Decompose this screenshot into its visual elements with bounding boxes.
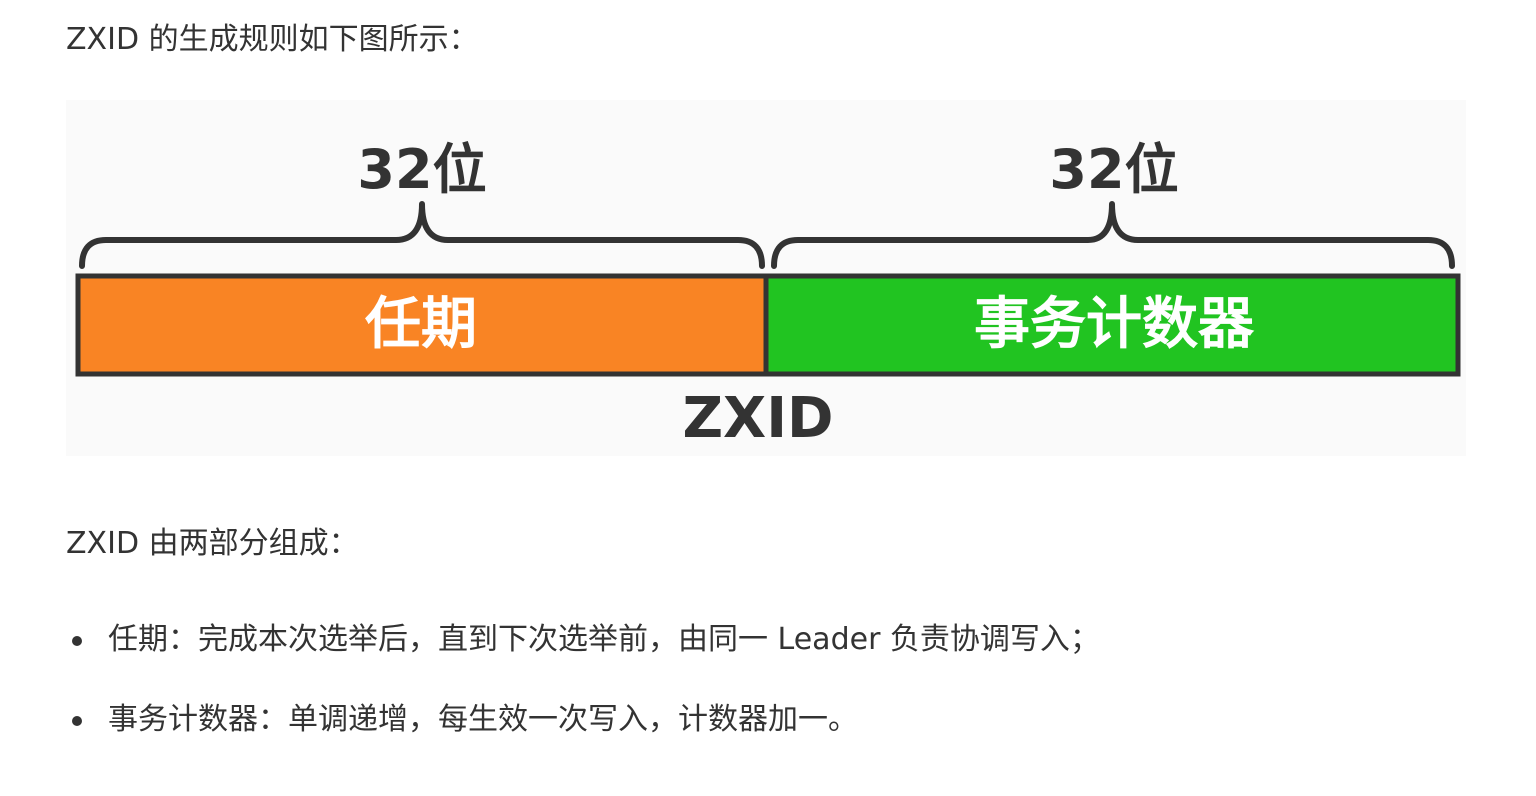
list-item-text: 事务计数器：单调递增，每生效一次写入，计数器加一。: [108, 702, 858, 737]
intro-text: ZXID 的生成规则如下图所示：: [66, 22, 479, 57]
list-item: 任期：完成本次选举后，直到下次选举前，由同一 Leader 负责协调写入；: [66, 620, 1100, 660]
bullet-list: 任期：完成本次选举后，直到下次选举前，由同一 Leader 负责协调写入； 事务…: [66, 620, 1100, 740]
composition-text: ZXID 由两部分组成：: [66, 526, 359, 561]
left-brace: [79, 201, 765, 269]
bullet-dot-icon: [72, 716, 82, 726]
counter-segment-label: 事务计数器: [974, 292, 1254, 357]
left-bits-label: 32位: [357, 138, 487, 201]
term-segment-label: 任期: [365, 292, 477, 357]
list-item-text: 任期：完成本次选举后，直到下次选举前，由同一 Leader 负责协调写入；: [108, 622, 1100, 657]
right-bits-label: 32位: [1049, 138, 1179, 201]
bullet-dot-icon: [72, 636, 82, 646]
zxid-diagram: 32位 32位 任期 事务计数器 ZXID: [66, 100, 1466, 456]
zxid-caption: ZXID: [682, 386, 834, 451]
list-item: 事务计数器：单调递增，每生效一次写入，计数器加一。: [66, 700, 1100, 740]
right-brace: [771, 201, 1455, 269]
